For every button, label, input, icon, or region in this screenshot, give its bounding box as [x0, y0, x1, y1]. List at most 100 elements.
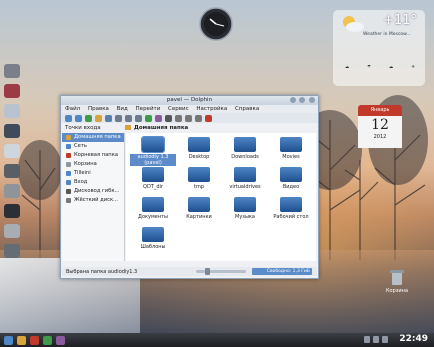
preview-icon[interactable] [145, 114, 152, 122]
folder-icon [280, 137, 302, 152]
zoom-slider-handle[interactable] [205, 268, 210, 275]
file-name: QDT_dir [143, 184, 163, 190]
taskbar-clock[interactable]: 22:49 [399, 334, 428, 344]
forward-icon[interactable] [75, 114, 82, 122]
free-space-indicator: Свободно: 1,3 ГиБ [252, 268, 312, 275]
home-icon[interactable] [95, 114, 102, 122]
folder-icon [234, 137, 256, 152]
dock-app-icon[interactable] [4, 184, 20, 198]
split-icon[interactable] [155, 114, 162, 122]
taskbar-app-icon[interactable] [17, 335, 26, 345]
file-item[interactable]: Картинки [176, 197, 222, 227]
file-item[interactable]: virtualdrives [222, 167, 268, 197]
breadcrumb[interactable]: Домашняя папка [134, 125, 188, 131]
place-item[interactable]: Корневая папка [62, 151, 124, 160]
reload-icon[interactable] [105, 114, 112, 122]
file-name: Movies [282, 154, 300, 160]
menu-file[interactable]: Файл [65, 106, 80, 112]
kde-menu-icon[interactable] [4, 335, 13, 345]
dock-app-icon[interactable] [4, 164, 20, 178]
weather-widget[interactable]: +11° Weather in Moscow... ☁ ☂ ☁ ☀ [333, 10, 425, 86]
file-name: Downloads [231, 154, 259, 160]
file-name: Видео [282, 184, 300, 190]
trash-icon [66, 162, 71, 167]
network-icon[interactable] [373, 336, 379, 343]
folder-icon [280, 167, 302, 182]
details-view-icon[interactable] [125, 114, 132, 122]
toolbar [61, 113, 318, 123]
file-item[interactable]: audiodiy 1.3 (pavel) [130, 136, 176, 167]
place-item[interactable]: Корзина [62, 160, 124, 169]
taskbar: 22:49 [0, 333, 434, 347]
taskbar-app-icon[interactable] [56, 335, 65, 345]
battery-icon[interactable] [382, 336, 388, 343]
search-icon[interactable] [165, 114, 172, 122]
root-folder-icon [66, 153, 71, 158]
trash-icon [390, 270, 404, 285]
place-item[interactable]: Домашняя папка [62, 133, 124, 142]
place-item[interactable]: Tilleini [62, 169, 124, 178]
dock-app-icon[interactable] [4, 144, 20, 158]
trash-label: Корзина [385, 288, 409, 294]
menu-tools[interactable]: Сервис [168, 106, 189, 112]
location-bar: Точки входа Домашняя папка [61, 123, 318, 132]
window-title: pavel — Dolphin [166, 97, 213, 103]
minimize-button[interactable] [289, 97, 296, 103]
place-item[interactable]: Сеть [62, 142, 124, 151]
taskbar-app-icon[interactable] [43, 335, 52, 345]
dock-app-icon[interactable] [4, 104, 20, 118]
file-name: Картинки [186, 214, 212, 220]
dock-app-icon[interactable] [4, 84, 20, 98]
left-dock [2, 64, 22, 274]
file-view[interactable]: audiodiy 1.3 (pavel) Desktop Downloads Movi… [126, 133, 316, 261]
dock-app-icon[interactable] [4, 204, 20, 218]
up-icon[interactable] [85, 114, 92, 122]
folder-icon [142, 197, 164, 212]
back-icon[interactable] [65, 114, 72, 122]
file-name: tmp [193, 184, 204, 190]
close-button[interactable] [309, 97, 315, 103]
forecast-day: ☁ [344, 65, 350, 70]
file-item[interactable]: Документы [130, 197, 176, 227]
paste-icon[interactable] [195, 114, 202, 122]
dock-app-icon[interactable] [4, 244, 20, 258]
file-item[interactable]: Рабочий стол [268, 197, 314, 227]
place-item[interactable]: Жёсткий диск... [62, 196, 124, 205]
menu-view[interactable]: Вид [117, 106, 128, 112]
menu-edit[interactable]: Правка [88, 106, 109, 112]
file-item[interactable]: Movies [268, 137, 314, 167]
file-item[interactable]: QDT_dir [130, 167, 176, 197]
folder-icon [280, 197, 302, 212]
file-item[interactable]: tmp [176, 167, 222, 197]
maximize-button[interactable] [299, 97, 306, 103]
menu-help[interactable]: Справка [235, 106, 259, 112]
delete-icon[interactable] [205, 114, 212, 122]
taskbar-app-icon[interactable] [30, 335, 39, 345]
file-item[interactable]: Downloads [222, 137, 268, 167]
menubar: Файл Правка Вид Перейти Сервис Настройка… [61, 105, 318, 113]
cut-icon[interactable] [175, 114, 182, 122]
file-item[interactable]: Музыка [222, 197, 268, 227]
analog-clock-widget[interactable] [198, 6, 234, 42]
file-item[interactable]: Шаблоны [130, 227, 176, 257]
place-item[interactable]: Вход [62, 178, 124, 187]
dock-app-icon[interactable] [4, 224, 20, 238]
volume-icon[interactable] [364, 336, 370, 343]
calendar-widget[interactable]: Январь 12 2012 [358, 100, 402, 150]
window-titlebar[interactable]: pavel — Dolphin [61, 96, 318, 105]
file-item[interactable]: Desktop [176, 137, 222, 167]
place-item[interactable]: Дисковод гибк... [62, 187, 124, 196]
columns-view-icon[interactable] [135, 114, 142, 122]
home-folder-icon [125, 125, 131, 130]
dock-app-icon[interactable] [4, 64, 20, 78]
icons-view-icon[interactable] [115, 114, 122, 122]
menu-go[interactable]: Перейти [136, 106, 161, 112]
file-item[interactable]: Видео [268, 167, 314, 197]
dock-app-icon[interactable] [4, 124, 20, 138]
trash-desktop-icon[interactable]: Корзина [384, 268, 410, 298]
zoom-slider[interactable] [196, 268, 246, 275]
menu-settings[interactable]: Настройка [196, 106, 227, 112]
copy-icon[interactable] [185, 114, 192, 122]
cloud-sun-icon [343, 16, 364, 32]
weather-temperature: +11° [383, 13, 417, 28]
